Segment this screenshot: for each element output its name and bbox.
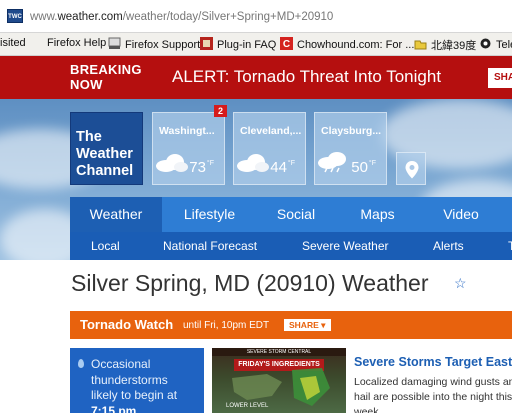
location-tile-cleveland[interactable]: Cleveland,... 44°F bbox=[233, 112, 306, 185]
bookmark-tele[interactable]: Tele bbox=[479, 37, 512, 51]
plugin-icon bbox=[200, 37, 213, 50]
nav-weather[interactable]: Weather bbox=[70, 197, 162, 232]
tornado-watch-banner[interactable]: Tornado Watch until Fri, 10pm EDT SHARE … bbox=[70, 311, 512, 339]
watch-share-button[interactable]: SHARE ▾ bbox=[284, 319, 331, 331]
tile-city: Cleveland,... bbox=[240, 125, 302, 137]
bookmarks-bar: isited Firefox Help Firefox Support Plug… bbox=[0, 33, 512, 56]
video-thumbnail[interactable]: SEVERE STORM CENTRAL FRIDAY'S INGREDIENT… bbox=[212, 348, 346, 413]
chowhound-icon: C bbox=[280, 37, 293, 50]
story-body: Localized damaging wind gusts and hail a… bbox=[354, 376, 512, 413]
sub-nav: Local National Forecast Severe Weather A… bbox=[70, 232, 512, 260]
bookmark-firefox-support[interactable]: Firefox Support bbox=[108, 37, 200, 51]
weather-channel-logo[interactable]: The Weather Channel bbox=[70, 112, 143, 185]
map-pin-icon bbox=[405, 161, 419, 179]
video-footer: LOWER LEVEL bbox=[226, 403, 269, 409]
bookmark-most-visited[interactable]: isited bbox=[0, 37, 26, 49]
tile-city: Washingt... bbox=[159, 125, 215, 137]
alert-count-badge[interactable]: 2 bbox=[214, 105, 227, 117]
location-tile-claysburg[interactable]: Claysburg... 50°F bbox=[314, 112, 387, 185]
page-title: Silver Spring, MD (20910) Weather bbox=[71, 270, 429, 296]
story-headline[interactable]: Severe Storms Target East bbox=[354, 355, 512, 369]
breaking-alert-text[interactable]: ALERT: Tornado Threat Into Tonight bbox=[172, 67, 441, 87]
raindrop-icon bbox=[78, 359, 84, 368]
nav-maps[interactable]: Maps bbox=[335, 197, 420, 232]
tile-city: Claysburg... bbox=[321, 125, 382, 137]
url-text[interactable]: www.weather.com/weather/today/Silver+Spr… bbox=[30, 11, 333, 23]
location-tile-washington[interactable]: Washingt... 73°F bbox=[152, 112, 225, 185]
tele-icon bbox=[480, 38, 491, 49]
subnav-severe-weather[interactable]: Severe Weather bbox=[302, 232, 389, 260]
breaking-now-label: BREAKING NOW bbox=[70, 62, 142, 92]
tile-temp: 73°F bbox=[189, 159, 214, 176]
cloud-icon bbox=[237, 154, 269, 172]
nav-video[interactable]: Video bbox=[420, 197, 502, 232]
cloud-icon bbox=[156, 154, 188, 172]
bookmark-plugin-faq[interactable]: Plug-in FAQ bbox=[200, 37, 276, 51]
nav-lifestyle[interactable]: Lifestyle bbox=[162, 197, 257, 232]
breaking-news-bar[interactable]: BREAKING NOW ALERT: Tornado Threat Into T… bbox=[0, 56, 512, 99]
folder-icon bbox=[414, 40, 427, 50]
bookmark-chowhound[interactable]: C Chowhound.com: For ... bbox=[280, 37, 414, 51]
svg-text:C: C bbox=[283, 39, 290, 50]
subnav-local[interactable]: Local bbox=[91, 232, 120, 260]
address-bar[interactable]: TWC www.weather.com/weather/today/Silver… bbox=[0, 0, 512, 33]
add-location-button[interactable] bbox=[396, 152, 426, 185]
watch-until: until Fri, 10pm EDT bbox=[183, 320, 270, 331]
nav-social[interactable]: Social bbox=[257, 197, 335, 232]
forecast-summary-card[interactable]: Occasional thunderstorms likely to begin… bbox=[70, 348, 204, 413]
breaking-share-button[interactable]: SHA bbox=[488, 68, 512, 88]
subnav-alerts[interactable]: Alerts bbox=[433, 232, 464, 260]
rain-cloud-icon bbox=[318, 152, 346, 173]
tile-temp: 44°F bbox=[270, 159, 295, 176]
bookmark-hokui[interactable]: 北緯39度 bbox=[414, 37, 476, 53]
firefox-support-icon bbox=[108, 37, 121, 49]
subnav-national-forecast[interactable]: National Forecast bbox=[163, 232, 257, 260]
subnav-more[interactable]: T bbox=[508, 232, 512, 260]
bookmark-firefox-help[interactable]: Firefox Help bbox=[47, 37, 106, 49]
main-nav: Weather Lifestyle Social Maps Video bbox=[70, 197, 512, 232]
watch-title: Tornado Watch bbox=[80, 317, 174, 332]
site-favicon: TWC bbox=[7, 9, 23, 23]
forecast-text: Occasional thunderstorms likely to begin… bbox=[91, 357, 178, 413]
tile-temp: 50°F bbox=[351, 159, 376, 176]
favorite-star-icon[interactable]: ☆ bbox=[454, 275, 467, 292]
